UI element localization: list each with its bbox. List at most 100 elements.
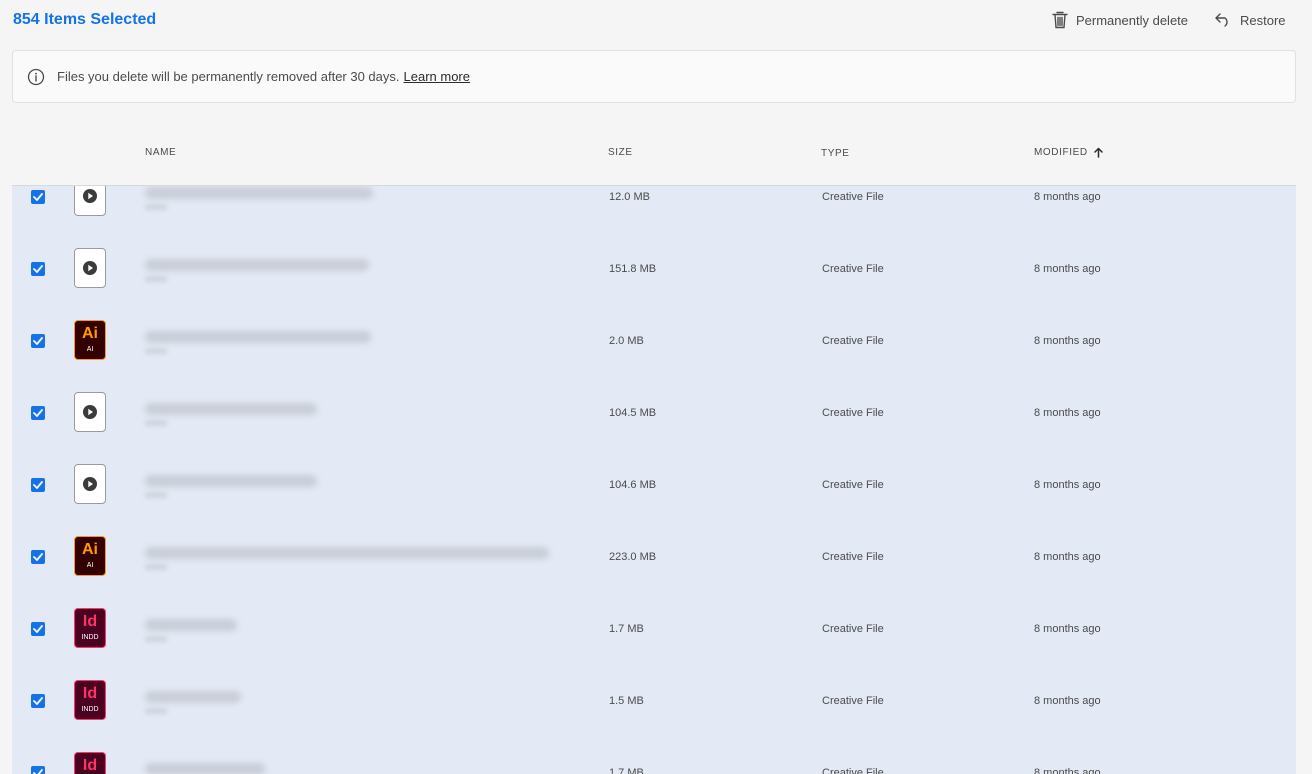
row-checkbox[interactable] [31, 550, 45, 564]
file-icon-text: Id [82, 613, 98, 630]
file-list: 12.0 MB Creative File 8 months ago 151.8 MB… [12, 186, 1296, 774]
video-file-icon[interactable] [74, 248, 108, 290]
info-banner: Files you delete will be permanently rem… [12, 50, 1296, 103]
file-modified: 8 months ago [1034, 407, 1101, 419]
table-row[interactable]: Ai AI 223.0 MB Creative File 8 months ago [12, 521, 1296, 593]
column-header-name-label: NAME [145, 147, 177, 158]
row-checkbox[interactable] [31, 262, 45, 276]
column-header-size[interactable]: SIZE [608, 147, 633, 158]
file-extension-redacted [145, 276, 167, 282]
info-icon [27, 68, 45, 86]
restore-label: Restore [1240, 12, 1286, 28]
file-name-redacted[interactable] [145, 547, 549, 559]
checkmark-icon [33, 409, 43, 417]
file-size: 151.8 MB [609, 263, 657, 275]
row-checkbox[interactable] [31, 694, 45, 708]
file-size: 2.0 MB [609, 335, 644, 347]
restore-button[interactable]: Restore [1215, 10, 1286, 30]
table-row[interactable]: IdINDD1.7 MBCreative File8 months ago [12, 593, 1296, 665]
row-checkbox[interactable] [31, 190, 45, 204]
file-name-redacted[interactable] [145, 619, 237, 631]
table-row[interactable]: 104.6 MB Creative File 8 months ago [12, 449, 1296, 521]
permanently-delete-label: Permanently delete [1076, 12, 1189, 28]
file-modified: 8 months ago [1034, 551, 1101, 563]
file-name-redacted[interactable] [145, 259, 369, 271]
checkmark-icon [33, 193, 43, 201]
file-icon-text: Ai [82, 541, 98, 558]
file-size: 223.0 MB [609, 551, 657, 563]
file-name-redacted[interactable] [145, 691, 241, 703]
table-row[interactable]: IdINDD1.7 MBCreative File8 months ago [12, 737, 1296, 774]
file-icon-text: Id [82, 685, 98, 702]
learn-more-link[interactable]: Learn more [404, 69, 470, 84]
column-header-modified-label: MODIFIED [1034, 147, 1088, 158]
file-name-redacted[interactable] [145, 187, 373, 199]
checkmark-icon [33, 337, 43, 345]
row-checkbox[interactable] [31, 334, 45, 348]
file-extension-redacted [145, 636, 167, 642]
file-icon-text: Ai [82, 325, 98, 342]
table-row[interactable]: 151.8 MB Creative File 8 months ago [12, 233, 1296, 305]
illustrator-file-icon[interactable]: Ai AI [74, 320, 108, 362]
file-size: 104.6 MB [609, 479, 657, 491]
file-modified: 8 months ago [1034, 623, 1101, 635]
file-name-redacted[interactable] [145, 403, 317, 415]
column-header-name[interactable]: NAME [145, 147, 176, 158]
file-type: Creative File [822, 191, 884, 203]
file-extension-redacted [145, 204, 167, 210]
row-checkbox[interactable] [31, 766, 45, 774]
checkmark-icon [33, 697, 43, 705]
video-file-icon[interactable] [74, 186, 108, 218]
selection-count-title: 854 Items Selected [13, 11, 157, 28]
file-name-redacted[interactable] [145, 475, 317, 487]
file-modified: 8 months ago [1034, 695, 1101, 707]
file-name-redacted[interactable] [145, 331, 371, 343]
file-type: Creative File [822, 335, 884, 347]
row-checkbox[interactable] [31, 622, 45, 636]
row-checkbox[interactable] [31, 406, 45, 420]
file-modified: 8 months ago [1034, 191, 1101, 203]
file-name-redacted[interactable] [145, 763, 265, 774]
indesign-file-icon[interactable]: IdINDD [74, 680, 108, 722]
file-extension-redacted [145, 420, 167, 426]
indesign-file-icon[interactable]: Id INDD [74, 608, 108, 650]
permanently-delete-button[interactable]: Permanently delete [1052, 10, 1188, 30]
video-file-icon[interactable] [74, 464, 108, 506]
top-bar: 854 Items Selected Permanently delete Re… [0, 0, 1312, 40]
file-icon-subtext: AI [86, 562, 94, 569]
row-checkbox[interactable] [31, 478, 45, 492]
file-size: 1.5 MB [609, 695, 644, 707]
table-header: NAME SIZE TYPE MODIFIED [12, 130, 1296, 186]
arrow-up-icon [1093, 147, 1103, 158]
column-header-modified[interactable]: MODIFIED [1034, 147, 1103, 158]
table-row[interactable]: 12.0 MB Creative File 8 months ago [12, 186, 1296, 233]
column-header-size-label: SIZE [608, 147, 633, 158]
checkmark-icon [33, 769, 43, 774]
file-type: Creative File [822, 767, 884, 774]
table-row[interactable]: Id INDD 1.5 MB Creative File 8 months ago [12, 665, 1296, 737]
file-modified: 8 months ago [1034, 263, 1101, 275]
illustrator-file-icon[interactable]: Ai AI [74, 536, 108, 578]
file-rows: 12.0 MB Creative File 8 months ago 151.8 MB… [12, 186, 1296, 774]
table-row[interactable]: Ai AI 2.0 MB Creative File 8 months ago [12, 305, 1296, 377]
file-extension-redacted [145, 708, 167, 714]
file-type: Creative File [822, 695, 884, 707]
indesign-file-icon[interactable]: IdINDD [74, 752, 108, 774]
table-row[interactable]: 104.5 MB Creative File 8 months ago [12, 377, 1296, 449]
file-icon-text: Id [82, 757, 98, 774]
checkmark-icon [33, 625, 43, 633]
video-file-icon[interactable] [74, 392, 108, 434]
file-extension-redacted [145, 348, 167, 354]
file-modified: 8 months ago [1034, 479, 1101, 491]
column-header-type[interactable]: TYPE [821, 148, 850, 159]
file-type: Creative File [822, 479, 884, 491]
file-icon-subtext: AI [86, 346, 94, 353]
file-type: Creative File [822, 263, 884, 275]
checkmark-icon [33, 265, 43, 273]
file-icon-subtext: INDD [81, 634, 99, 641]
file-size: 1.7 MB [609, 767, 644, 774]
column-header-type-label: TYPE [821, 148, 850, 159]
banner-message: Files you delete will be permanently rem… [57, 69, 400, 84]
file-size: 12.0 MB [609, 191, 650, 203]
file-type: Creative File [822, 551, 884, 563]
